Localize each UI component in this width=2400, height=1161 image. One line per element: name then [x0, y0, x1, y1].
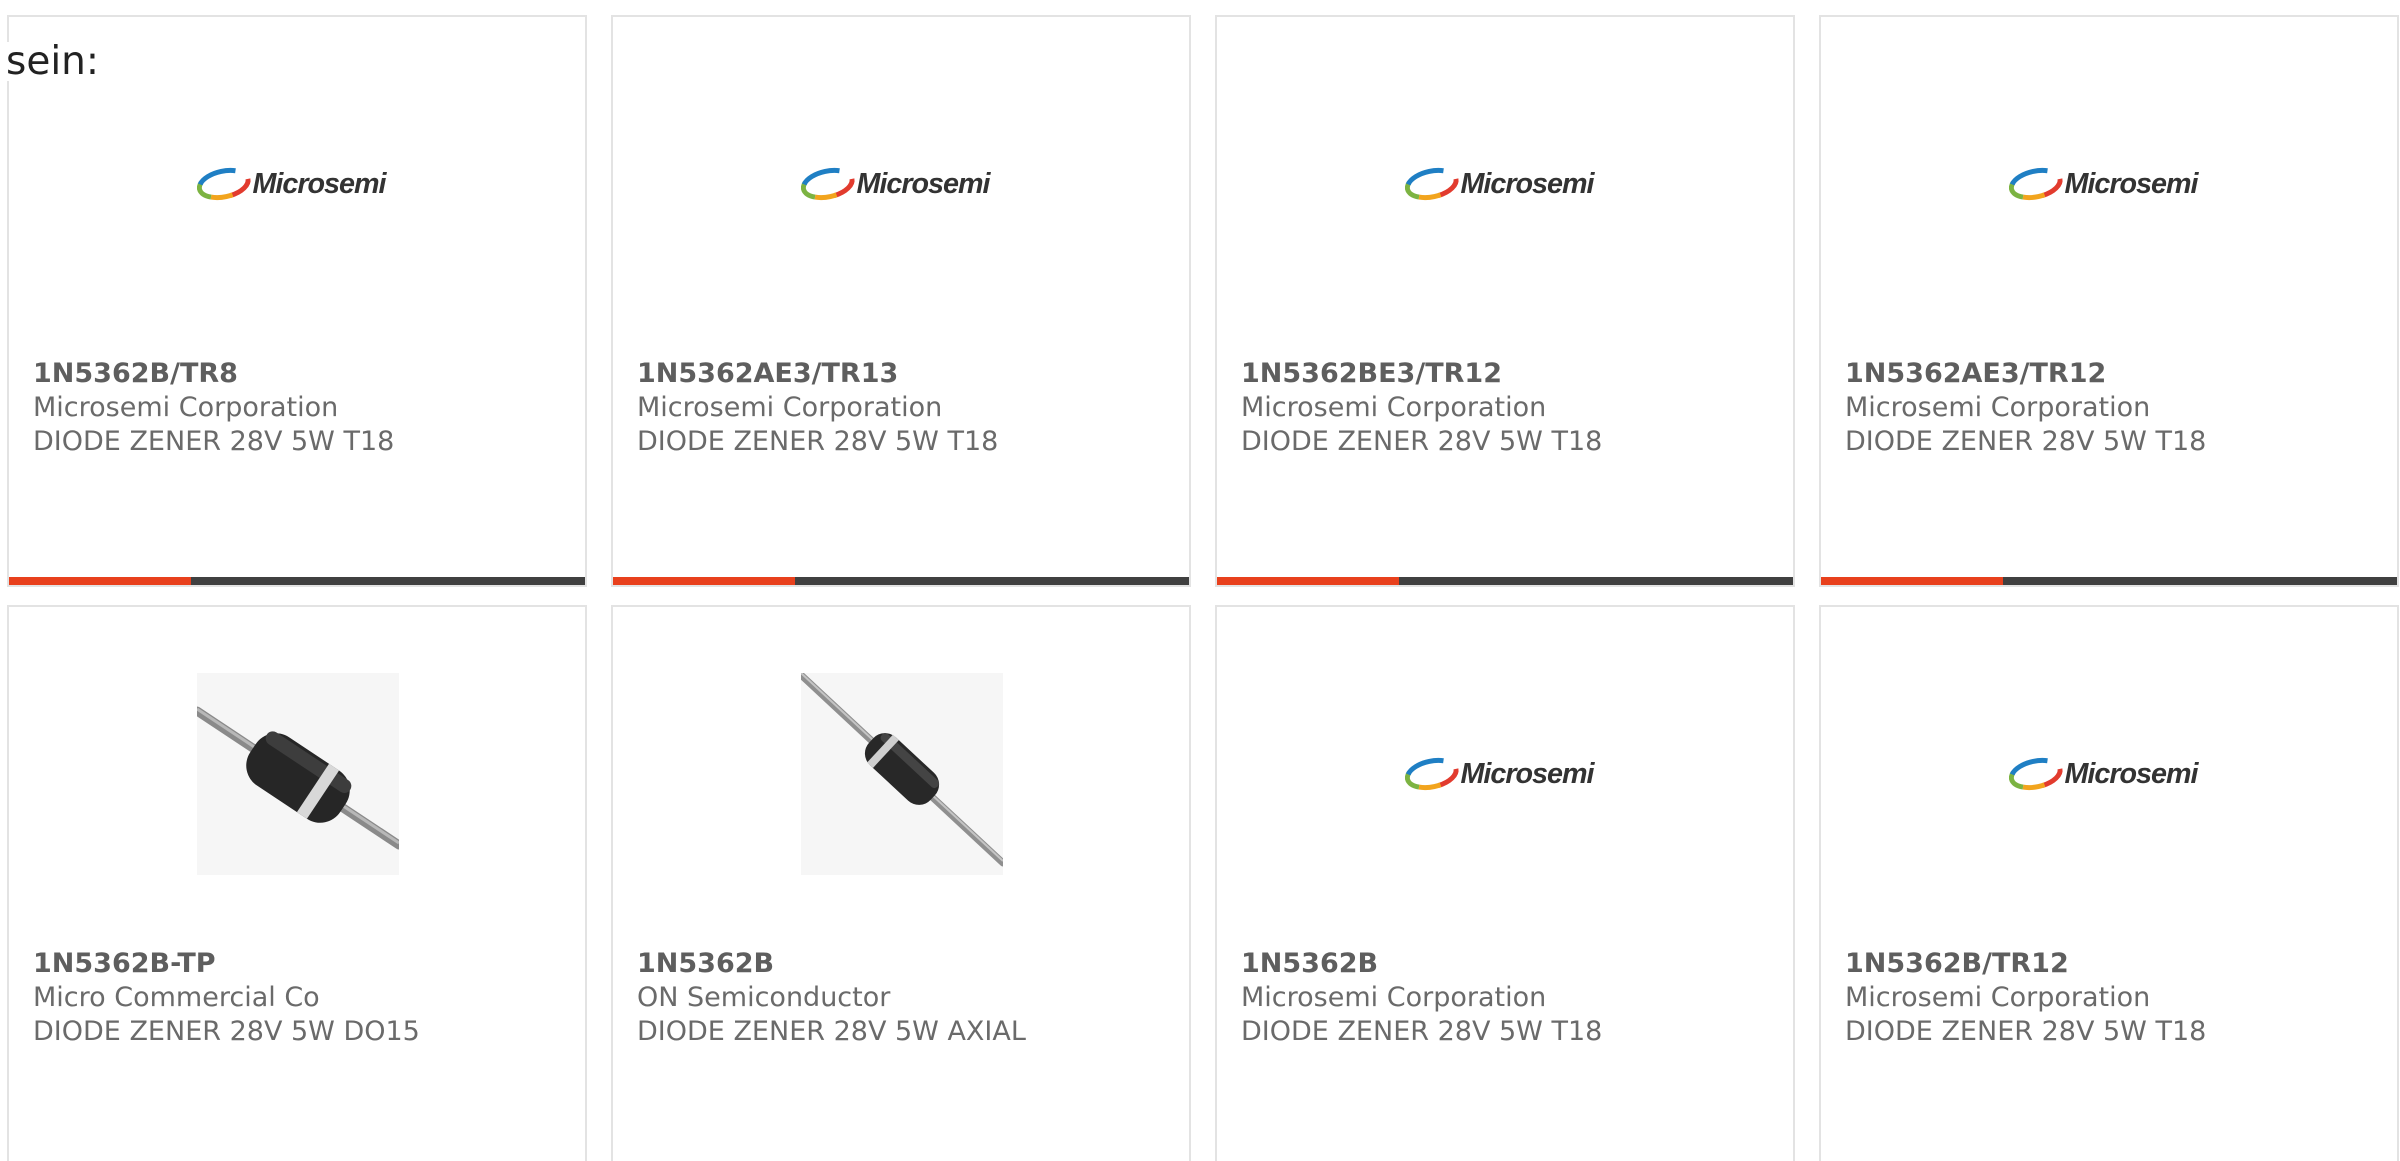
description: DIODE ZENER 28V 5W AXIAL [637, 1016, 1026, 1047]
product-info: 1N5362AE3/TR12 Microsemi Corporation DIO… [1845, 357, 2381, 459]
product-card[interactable]: 1N5362B-TP Micro Commercial Co DIODE ZEN… [7, 605, 587, 1161]
product-card[interactable]: Microsemi 1N5362B/TR12 Microsemi Corpora… [1819, 605, 2399, 1161]
microsemi-logo-icon: Microsemi [2009, 758, 2201, 791]
description: DIODE ZENER 28V 5W T18 [1845, 1016, 2207, 1047]
logo-text: Microsemi [1460, 168, 1595, 200]
product-info: 1N5362B ON Semiconductor DIODE ZENER 28V… [637, 947, 1173, 1049]
manufacturer: Microsemi Corporation [1845, 392, 2151, 423]
manufacturer: Microsemi Corporation [1845, 982, 2151, 1013]
part-number[interactable]: 1N5362AE3/TR13 [637, 357, 1173, 391]
logo-text: Microsemi [2064, 758, 2199, 790]
product-card[interactable]: Microsemi 1N5362BE3/TR12 Microsemi Corpo… [1215, 15, 1795, 587]
product-info: 1N5362B Microsemi Corporation DIODE ZENE… [1241, 947, 1777, 1049]
description: DIODE ZENER 28V 5W DO15 [33, 1016, 420, 1047]
manufacturer: Microsemi Corporation [637, 392, 943, 423]
part-number[interactable]: 1N5362B/TR8 [33, 357, 569, 391]
card-bottom-bar [1217, 577, 1793, 585]
description: DIODE ZENER 28V 5W T18 [1241, 426, 1603, 457]
card-accent-bar [9, 577, 191, 585]
description: DIODE ZENER 28V 5W T18 [1845, 426, 2207, 457]
card-bottom-bar [1821, 577, 2397, 585]
product-grid: Microsemi 1N5362B/TR8 Microsemi Corporat… [7, 15, 2400, 1161]
intro-text: sein: [6, 42, 104, 81]
part-number[interactable]: 1N5362B/TR12 [1845, 947, 2381, 981]
logo-text: Microsemi [252, 168, 387, 200]
card-accent-bar [1821, 577, 2003, 585]
microsemi-logo-icon: Microsemi [801, 168, 993, 201]
diode-component-icon [197, 673, 399, 875]
part-number[interactable]: 1N5362B [637, 947, 1173, 981]
logo-text: Microsemi [856, 168, 991, 200]
product-image [197, 673, 399, 875]
product-info: 1N5362B/TR12 Microsemi Corporation DIODE… [1845, 947, 2381, 1049]
product-image: Microsemi [2009, 673, 2211, 875]
logo-text: Microsemi [1460, 758, 1595, 790]
microsemi-logo-icon: Microsemi [1405, 168, 1597, 201]
microsemi-logo-icon: Microsemi [1405, 758, 1597, 791]
part-number[interactable]: 1N5362BE3/TR12 [1241, 357, 1777, 391]
card-accent-bar [1217, 577, 1399, 585]
product-info: 1N5362BE3/TR12 Microsemi Corporation DIO… [1241, 357, 1777, 459]
product-info: 1N5362B/TR8 Microsemi Corporation DIODE … [33, 357, 569, 459]
product-card[interactable]: 1N5362B ON Semiconductor DIODE ZENER 28V… [611, 605, 1191, 1161]
microsemi-logo-icon: Microsemi [2009, 168, 2201, 201]
description: DIODE ZENER 28V 5W T18 [637, 426, 999, 457]
product-card[interactable]: Microsemi 1N5362B Microsemi Corporation … [1215, 605, 1795, 1161]
product-card[interactable]: Microsemi 1N5362AE3/TR13 Microsemi Corpo… [611, 15, 1191, 587]
manufacturer: Microsemi Corporation [1241, 392, 1547, 423]
product-image: Microsemi [1405, 83, 1607, 285]
manufacturer: Microsemi Corporation [33, 392, 339, 423]
card-accent-bar [613, 577, 795, 585]
logo-text: Microsemi [2064, 168, 2199, 200]
product-card[interactable]: Microsemi 1N5362AE3/TR12 Microsemi Corpo… [1819, 15, 2399, 587]
product-info: 1N5362AE3/TR13 Microsemi Corporation DIO… [637, 357, 1173, 459]
part-number[interactable]: 1N5362B-TP [33, 947, 569, 981]
card-bottom-bar [9, 577, 585, 585]
description: DIODE ZENER 28V 5W T18 [1241, 1016, 1603, 1047]
manufacturer: Microsemi Corporation [1241, 982, 1547, 1013]
description: DIODE ZENER 28V 5W T18 [33, 426, 395, 457]
diode-component-icon [801, 673, 1003, 875]
card-bottom-bar [613, 577, 1189, 585]
product-results-page: sein: Microsemi 1N5362B/TR8 Microsemi Co… [0, 0, 2400, 1161]
product-card[interactable]: Microsemi 1N5362B/TR8 Microsemi Corporat… [7, 15, 587, 587]
product-image: Microsemi [197, 83, 399, 285]
product-image: Microsemi [1405, 673, 1607, 875]
product-info: 1N5362B-TP Micro Commercial Co DIODE ZEN… [33, 947, 569, 1049]
product-image: Microsemi [801, 83, 1003, 285]
product-image: Microsemi [2009, 83, 2211, 285]
part-number[interactable]: 1N5362B [1241, 947, 1777, 981]
manufacturer: Micro Commercial Co [33, 982, 320, 1013]
microsemi-logo-icon: Microsemi [197, 168, 389, 201]
part-number[interactable]: 1N5362AE3/TR12 [1845, 357, 2381, 391]
product-image [801, 673, 1003, 875]
manufacturer: ON Semiconductor [637, 982, 891, 1013]
